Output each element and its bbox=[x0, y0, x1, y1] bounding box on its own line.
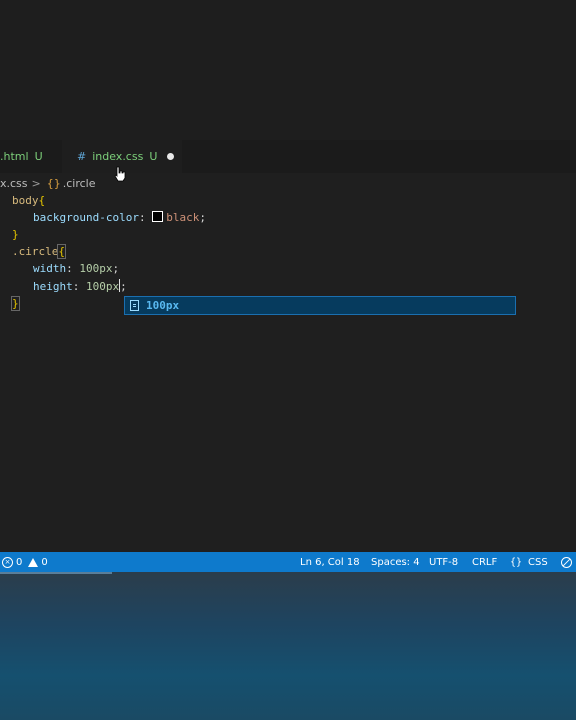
breadcrumb-symbol[interactable]: .circle bbox=[63, 177, 96, 190]
close-brace: } bbox=[11, 296, 20, 311]
warning-icon bbox=[28, 557, 39, 567]
no-notifications-icon bbox=[561, 556, 572, 568]
code-line-7: } bbox=[11, 295, 20, 312]
cursor-position[interactable]: Ln 6, Col 18 bbox=[300, 552, 360, 572]
property: background-color bbox=[33, 211, 139, 224]
value-suggestion-icon bbox=[130, 300, 139, 311]
value: 100px bbox=[86, 280, 120, 293]
code-line-4: .circle{ bbox=[12, 243, 66, 260]
property: width bbox=[33, 262, 67, 275]
status-bar: × 0 0 Ln 6, Col 18 Spaces: 4 UTF-8 CRLF … bbox=[0, 552, 576, 572]
video-background bbox=[0, 572, 576, 720]
language-label: CSS bbox=[528, 556, 548, 568]
code-editor[interactable]: body{ background-color: black; } .circle… bbox=[0, 192, 576, 550]
value: 100px bbox=[79, 262, 113, 275]
notifications-button[interactable] bbox=[561, 552, 572, 572]
colon: : bbox=[72, 280, 86, 293]
semicolon: ; bbox=[199, 211, 206, 224]
untracked-badge: U bbox=[149, 150, 158, 163]
video-top-area bbox=[0, 0, 576, 140]
tab-html-file[interactable]: .html U bbox=[0, 140, 62, 173]
close-brace: } bbox=[12, 228, 19, 241]
editor-tab-bar: .html U # index.css U bbox=[0, 140, 576, 173]
language-mode[interactable]: {} CSS bbox=[510, 552, 548, 572]
hand-cursor-icon bbox=[114, 166, 126, 182]
background-streak bbox=[0, 572, 112, 574]
code-line-3: } bbox=[12, 226, 19, 243]
selector: .circle bbox=[12, 245, 59, 258]
problems-indicator[interactable]: × 0 0 bbox=[2, 552, 48, 572]
colon: : bbox=[66, 262, 80, 275]
file-encoding[interactable]: UTF-8 bbox=[429, 552, 458, 572]
css-file-icon: # bbox=[77, 150, 87, 163]
autocomplete-suggestion[interactable]: 100px bbox=[124, 296, 516, 315]
untracked-badge: U bbox=[34, 150, 43, 163]
semicolon: ; bbox=[120, 280, 127, 293]
error-icon: × bbox=[2, 556, 13, 568]
code-line-6: height: 100px; bbox=[33, 278, 127, 295]
breadcrumb-separator: > bbox=[31, 176, 41, 190]
code-line-1: body{ bbox=[12, 192, 45, 209]
property: height bbox=[33, 280, 73, 293]
suggestion-label: 100px bbox=[146, 299, 180, 312]
code-line-2: background-color: black; bbox=[33, 209, 206, 226]
selector: body bbox=[12, 194, 39, 207]
breadcrumb-file[interactable]: x.css bbox=[0, 177, 28, 190]
breadcrumb: x.css > {} .circle bbox=[0, 176, 96, 190]
symbol-icon: {} bbox=[46, 176, 61, 190]
warning-count: 0 bbox=[41, 556, 48, 568]
open-brace: { bbox=[57, 244, 66, 259]
error-count: 0 bbox=[16, 556, 23, 568]
braces-icon: {} bbox=[510, 556, 523, 568]
open-brace: { bbox=[38, 194, 46, 207]
color-swatch-icon[interactable] bbox=[152, 211, 164, 222]
colon: : bbox=[138, 211, 153, 224]
semicolon: ; bbox=[112, 262, 120, 275]
indentation[interactable]: Spaces: 4 bbox=[371, 552, 420, 572]
tab-label: index.css bbox=[92, 150, 144, 163]
end-of-line[interactable]: CRLF bbox=[472, 552, 497, 572]
tab-label: .html bbox=[0, 150, 29, 163]
value: black bbox=[166, 211, 200, 224]
code-line-5: width: 100px; bbox=[33, 260, 119, 277]
unsaved-dot-icon[interactable] bbox=[167, 153, 175, 160]
